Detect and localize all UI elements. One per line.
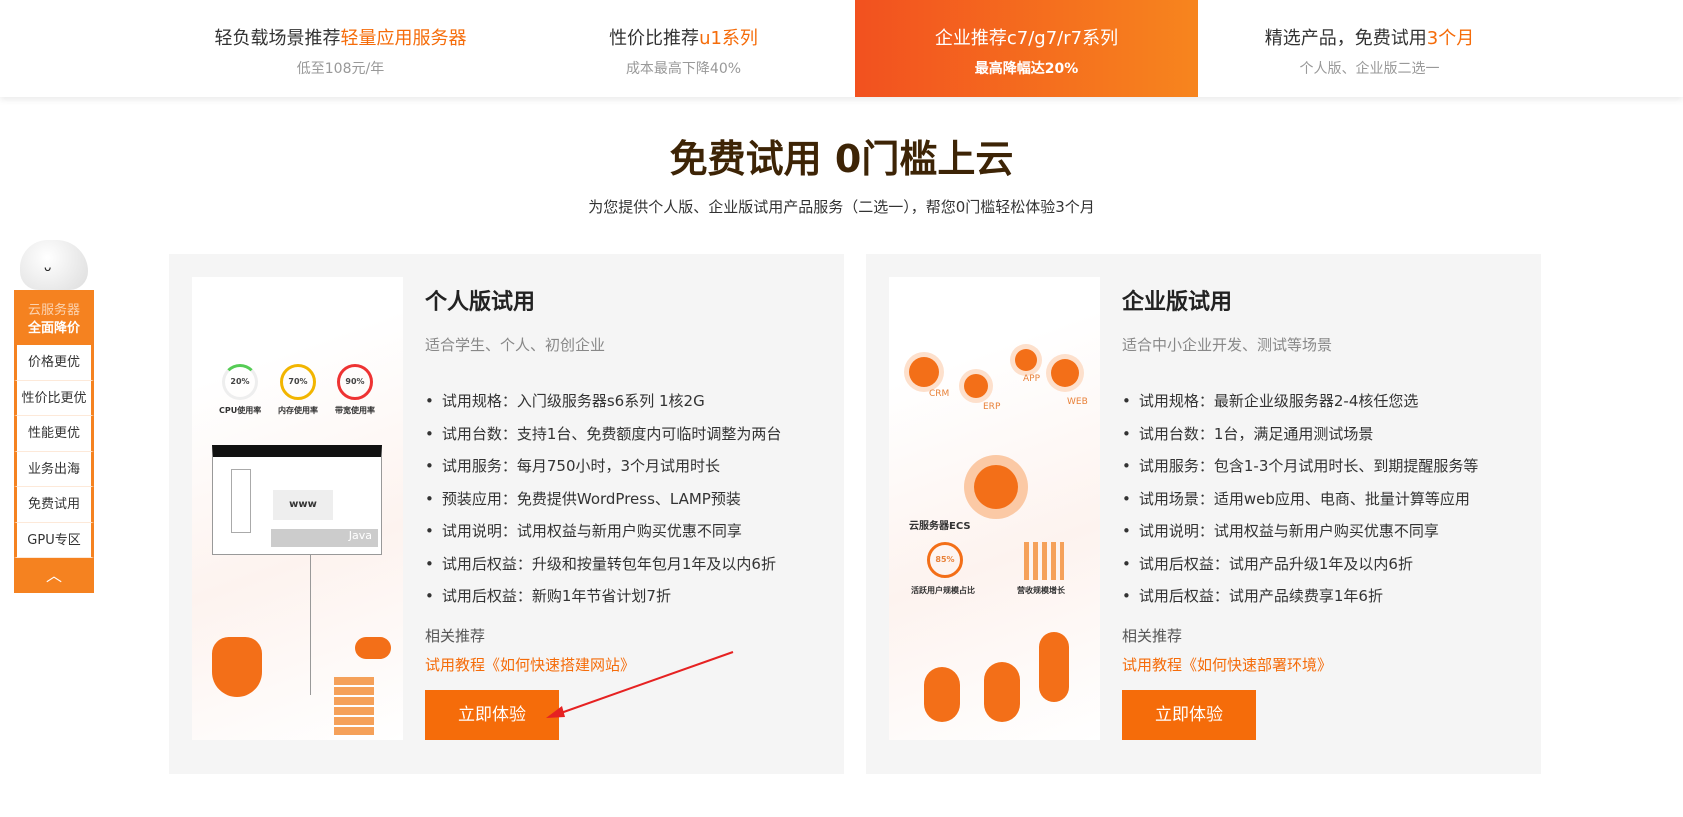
www-label: www xyxy=(273,490,333,520)
java-label: Java xyxy=(271,529,378,547)
app-label: APP xyxy=(1023,374,1041,384)
scroll-top-button[interactable]: ︿ xyxy=(14,558,94,593)
server-stack-icon xyxy=(334,677,374,737)
tab-sub: 成本最高下降40% xyxy=(625,61,742,77)
card-desc: 适合中小企业开发、测试等场景 xyxy=(1122,336,1333,354)
active-users-label: 活跃用户规模占比 xyxy=(911,586,975,595)
tutorial-link[interactable]: 试用教程《如何快速搭建网站》 xyxy=(425,654,835,675)
erp-icon xyxy=(964,374,988,398)
list-item: 试用规格：入门级服务器s6系列 1核2G xyxy=(425,385,835,418)
list-item: 试用说明：试用权益与新用户购买优惠不同享 xyxy=(425,515,835,548)
cloud-server-icon xyxy=(974,465,1018,509)
person-figure-icon xyxy=(984,662,1020,722)
enterprise-illustration: CRM ERP APP WEB 云服务器ECS 85% 活跃用户规模占比 营收规… xyxy=(889,277,1100,740)
tab-highlight: 3个月 xyxy=(1426,28,1475,49)
mem-ring: 70% xyxy=(280,364,316,400)
card-title: 个人版试用 xyxy=(425,290,536,315)
personal-trial-card: 20% 70% 90% CPU使用率 内存使用率 带宽使用率 www Java … xyxy=(169,254,844,774)
card-desc: 适合学生、个人、初创企业 xyxy=(425,336,606,354)
erp-label: ERP xyxy=(983,402,1001,412)
tab-label: 性价比推荐 xyxy=(609,28,700,49)
tab-highlight: 轻量应用服务器 xyxy=(340,28,467,49)
person-figure-icon xyxy=(1039,632,1069,702)
bw-label: 带宽使用率 xyxy=(335,406,375,415)
cpu-ring: 20% xyxy=(222,364,258,400)
list-item: 试用后权益：新购1年节省计划7折 xyxy=(425,580,835,613)
tab-u1-series[interactable]: 性价比推荐u1系列成本最高下降40% xyxy=(512,0,855,97)
app-icon xyxy=(1015,349,1037,371)
tab-highlight: u1系列 xyxy=(699,28,758,49)
pct-ring: 85% xyxy=(927,542,963,578)
page-title: 免费试用 0门槛上云 xyxy=(669,137,1014,181)
related-label: 相关推荐 xyxy=(425,626,486,645)
sidebar-header-line2: 全面降价 xyxy=(27,321,80,336)
bar-growth-icon xyxy=(1024,542,1064,580)
tab-label: 企业推荐c7/g7/r7系列 xyxy=(934,28,1119,49)
crm-label: CRM xyxy=(929,389,950,399)
tab-label: 轻负载场景推荐 xyxy=(214,28,341,49)
list-item: 试用后权益：试用产品升级1年及以内6折 xyxy=(1122,548,1532,581)
card-title: 企业版试用 xyxy=(1122,290,1233,315)
try-now-button[interactable]: 立即体验 xyxy=(425,690,559,740)
enterprise-trial-card: CRM ERP APP WEB 云服务器ECS 85% 活跃用户规模占比 营收规… xyxy=(866,254,1541,774)
sidebar-item-value[interactable]: 性价比更优 xyxy=(14,380,94,416)
cloud-icon xyxy=(355,637,391,659)
person-figure-icon xyxy=(924,667,960,722)
sidebar-item-performance[interactable]: 性能更优 xyxy=(14,416,94,452)
floating-sidebar: 云服务器全面降价 价格更优 性价比更优 性能更优 业务出海 免费试用 GPU专区… xyxy=(14,290,94,593)
cpu-label: CPU使用率 xyxy=(219,406,262,415)
sidebar-item-overseas[interactable]: 业务出海 xyxy=(14,451,94,487)
top-nav: 轻负载场景推荐轻量应用服务器低至108元/年 性价比推荐u1系列成本最高下降40… xyxy=(0,0,1683,97)
list-item: 试用场景：适用web应用、电商、批量计算等应用 xyxy=(1122,483,1532,516)
list-item: 试用后权益：升级和按量转包年包月1年及以内6折 xyxy=(425,548,835,581)
web-icon xyxy=(1051,359,1079,387)
sidebar-item-free-trial[interactable]: 免费试用 xyxy=(14,487,94,523)
try-now-button[interactable]: 立即体验 xyxy=(1122,690,1256,740)
feature-list: 试用规格：最新企业级服务器2-4核任您选 试用台数：1台，满足通用测试场景 试用… xyxy=(1122,385,1532,613)
ecs-label: 云服务器ECS xyxy=(909,521,971,532)
personal-illustration: 20% 70% 90% CPU使用率 内存使用率 带宽使用率 www Java xyxy=(192,277,403,740)
list-item: 试用台数：1台，满足通用测试场景 xyxy=(1122,418,1532,451)
revenue-label: 营收规模增长 xyxy=(1017,586,1065,595)
tutorial-link[interactable]: 试用教程《如何快速部署环境》 xyxy=(1122,654,1532,675)
bw-ring: 90% xyxy=(337,364,373,400)
list-item: 试用说明：试用权益与新用户购买优惠不同享 xyxy=(1122,515,1532,548)
tab-free-trial[interactable]: 精选产品，免费试用3个月个人版、企业版二选一 xyxy=(1198,0,1541,97)
browser-window-icon: www Java xyxy=(212,445,382,555)
list-item: 试用台数：支持1台、免费额度内可临时调整为两台 xyxy=(425,418,835,451)
list-item: 试用规格：最新企业级服务器2-4核任您选 xyxy=(1122,385,1532,418)
mem-label: 内存使用率 xyxy=(278,406,318,415)
feature-list: 试用规格：入门级服务器s6系列 1核2G 试用台数：支持1台、免费额度内可临时调… xyxy=(425,385,835,613)
tab-enterprise-c7[interactable]: 企业推荐c7/g7/r7系列最高降幅达20% xyxy=(855,0,1198,97)
page-subtitle: 为您提供个人版、企业版试用产品服务（二选一），帮您0门槛轻松体验3个月 xyxy=(588,198,1095,216)
tab-sub: 最高降幅达20% xyxy=(974,61,1079,77)
related-label: 相关推荐 xyxy=(1122,626,1183,645)
sidebar-item-price[interactable]: 价格更优 xyxy=(14,345,94,381)
list-item: 试用服务：包含1-3个月试用时长、到期提醒服务等 xyxy=(1122,450,1532,483)
tab-sub: 低至108元/年 xyxy=(296,61,385,77)
tab-sub: 个人版、企业版二选一 xyxy=(1299,61,1440,77)
sidebar-header-line1: 云服务器 xyxy=(27,303,80,318)
list-item: 预装应用：免费提供WordPress、LAMP预装 xyxy=(425,483,835,516)
list-item: 试用后权益：试用产品续费享1年6折 xyxy=(1122,580,1532,613)
list-item: 试用服务：每月750小时，3个月试用时长 xyxy=(425,450,835,483)
sidebar-item-gpu[interactable]: GPU专区 xyxy=(14,522,94,558)
person-figure-icon xyxy=(212,637,262,697)
tab-lightweight-server[interactable]: 轻负载场景推荐轻量应用服务器低至108元/年 xyxy=(169,0,512,97)
web-label: WEB xyxy=(1067,397,1088,407)
tab-label: 精选产品，免费试用 xyxy=(1264,28,1427,49)
cloud-mascot-icon: ᴗ xyxy=(20,240,88,290)
crm-icon xyxy=(909,357,939,387)
sidebar-header[interactable]: 云服务器 全面降价 xyxy=(14,290,94,345)
